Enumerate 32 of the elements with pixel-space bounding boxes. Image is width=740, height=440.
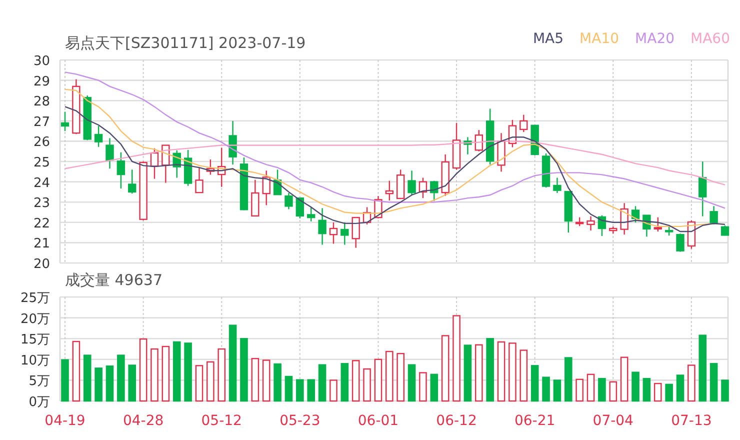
date-label: 05-12 — [201, 413, 242, 429]
date-label: 04-28 — [122, 413, 164, 429]
axis-label: 5万 — [28, 374, 50, 390]
axis-label: 29 — [33, 74, 50, 90]
axis-label: 28 — [33, 94, 50, 110]
axis-label: 21 — [33, 236, 50, 252]
axis-label: 23 — [33, 196, 50, 212]
axis-label: 26 — [33, 135, 50, 150]
legend-label: MA5 — [532, 30, 564, 48]
axis-label: 25万 — [20, 291, 50, 306]
volume-title: 成交量 49637 — [65, 271, 162, 289]
date-label: 07-13 — [671, 413, 712, 429]
axis-label: 0万 — [28, 395, 50, 410]
axis-label: 22 — [33, 216, 50, 232]
date-label: 04-19 — [44, 413, 86, 429]
axis-label: 15万 — [20, 332, 50, 348]
axis-label: 25 — [33, 156, 50, 170]
date-label: 05-23 — [280, 413, 320, 429]
legend-label: MA10 — [580, 30, 620, 48]
date-label: 06-01 — [358, 413, 399, 429]
date-label: 06-12 — [436, 413, 477, 429]
axis-label: 20 — [33, 257, 50, 270]
chart-title: 易点天下[SZ301171] 2023-07-19 — [65, 34, 306, 52]
date-label: 07-04 — [592, 413, 634, 429]
legend-label: MA20 — [635, 30, 675, 48]
axis-label: 30 — [33, 54, 50, 69]
axis-label: 24 — [33, 176, 50, 191]
date-label: 06-21 — [514, 413, 556, 429]
axis-label: 20万 — [20, 312, 50, 327]
legend-label: MA60 — [690, 30, 730, 48]
axis-label: 27 — [33, 114, 50, 130]
axis-label: 10万 — [20, 353, 50, 368]
